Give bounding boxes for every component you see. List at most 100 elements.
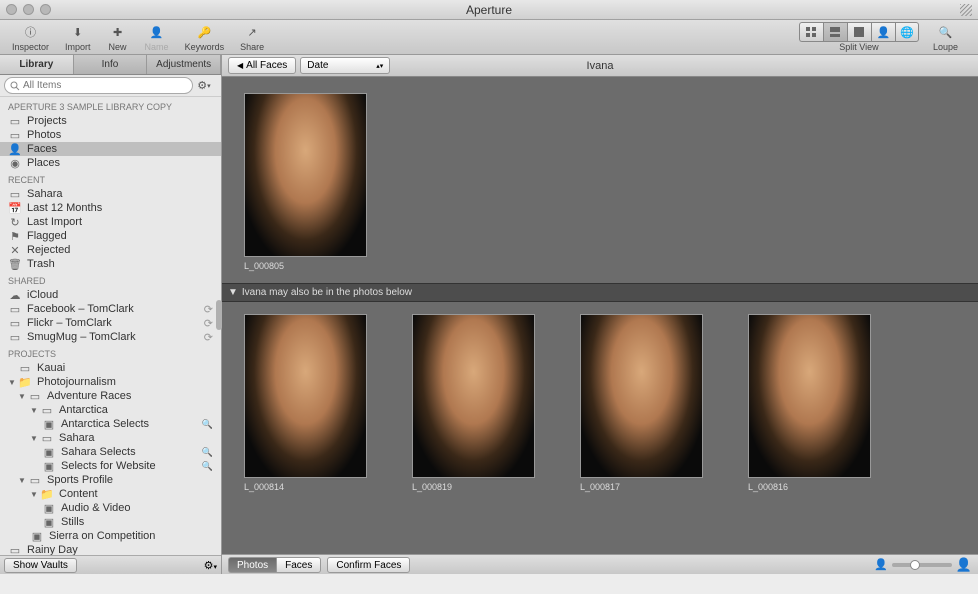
- sidebar-item-photojournalism[interactable]: ▼📁Photojournalism: [0, 375, 221, 389]
- loupe-button[interactable]: 🔍 Loupe: [929, 22, 962, 52]
- thumbnail-size-slider[interactable]: 👤 👤: [874, 557, 972, 573]
- sidebar-item-flagged[interactable]: ⚑Flagged: [0, 229, 221, 243]
- faces-segment-button[interactable]: Faces: [276, 557, 321, 573]
- item-label: Rejected: [27, 244, 70, 256]
- person-view-button[interactable]: 👤: [871, 22, 895, 42]
- item-label: iCloud: [27, 289, 58, 301]
- sidebar-item-rejected[interactable]: ✕Rejected: [0, 243, 221, 257]
- sidebar-item-last-12-months[interactable]: 📅Last 12 Months: [0, 201, 221, 215]
- sidebar-item-sahara-selects[interactable]: ▣Sahara Selects🔍: [0, 445, 221, 459]
- shared-section-header: SHARED: [0, 271, 221, 288]
- disclosure-triangle-icon[interactable]: ▼: [8, 378, 18, 387]
- suggested-header-text: Ivana may also be in the photos below: [242, 287, 412, 298]
- photo-thumbnail[interactable]: L_000817: [580, 314, 703, 492]
- sidebar-item-antarctica-selects[interactable]: ▣Antarctica Selects🔍: [0, 417, 221, 431]
- item-icon: ▭: [18, 362, 32, 374]
- sidebar-item-icloud[interactable]: ☁iCloud: [0, 288, 221, 302]
- new-label: New: [109, 42, 127, 52]
- name-label: Name: [145, 42, 169, 52]
- item-icon: ▣: [42, 516, 56, 528]
- sidebar-item-selects-for-website[interactable]: ▣Selects for Website🔍: [0, 459, 221, 473]
- sidebar-item-content[interactable]: ▼📁Content: [0, 487, 221, 501]
- thumbnail-label: L_000819: [412, 482, 535, 492]
- large-thumb-icon: 👤: [956, 557, 972, 573]
- all-faces-label: All Faces: [246, 60, 287, 71]
- photos-segment-button[interactable]: Photos: [228, 557, 276, 573]
- search-input[interactable]: [4, 77, 193, 94]
- sidebar-item-facebook-tomclark[interactable]: ▭Facebook – TomClark⟳: [0, 302, 221, 316]
- thumbnail-image: [580, 314, 703, 478]
- tab-library[interactable]: Library: [0, 55, 74, 74]
- search-options-button[interactable]: ⚙▾: [195, 77, 213, 94]
- item-label: Flagged: [27, 230, 67, 242]
- sidebar-item-projects[interactable]: ▭Projects: [0, 114, 221, 128]
- grid-view-button[interactable]: [799, 22, 823, 42]
- sidebar-item-sahara[interactable]: ▼▭Sahara: [0, 431, 221, 445]
- name-button: 👤Name: [141, 22, 173, 52]
- photo-thumbnail[interactable]: L_000805: [244, 93, 367, 271]
- sidebar-item-faces[interactable]: 👤Faces: [0, 142, 221, 156]
- disclosure-triangle-icon[interactable]: ▼: [30, 406, 40, 415]
- inspector-tabs: LibraryInfoAdjustments: [0, 55, 221, 75]
- photos-faces-segment: Photos Faces: [228, 557, 321, 573]
- sidebar-item-photos[interactable]: ▭Photos: [0, 128, 221, 142]
- inspector-button[interactable]: ⓘInspector: [8, 22, 53, 52]
- import-button[interactable]: ⬇Import: [61, 22, 95, 52]
- photo-thumbnail[interactable]: L_000814: [244, 314, 367, 492]
- small-thumb-icon: 👤: [874, 558, 888, 571]
- split-view-button[interactable]: [823, 22, 847, 42]
- disclosure-triangle-icon[interactable]: ▼: [18, 476, 28, 485]
- show-vaults-button[interactable]: Show Vaults: [4, 558, 77, 573]
- disclosure-triangle-icon[interactable]: ▼: [18, 392, 28, 401]
- sidebar-item-audio-video[interactable]: ▣Audio & Video: [0, 501, 221, 515]
- suggested-faces-header[interactable]: ▼ Ivana may also be in the photos below: [222, 283, 978, 302]
- sidebar-action-button[interactable]: ⚙▾: [204, 559, 217, 572]
- sidebar-item-rainy-day[interactable]: ▭Rainy Day: [0, 543, 221, 555]
- sync-icon: ⟳: [204, 331, 213, 344]
- item-label: Photojournalism: [37, 376, 116, 388]
- new-button[interactable]: ✚New: [103, 22, 133, 52]
- sidebar-footer: Show Vaults ⚙▾: [0, 555, 221, 574]
- item-icon: ▭: [28, 474, 42, 486]
- thumbnail-label: L_000805: [244, 261, 367, 271]
- thumbnail-grid: L_000805 ▼ Ivana may also be in the phot…: [222, 77, 978, 554]
- item-label: Sahara: [27, 188, 62, 200]
- item-label: Trash: [27, 258, 55, 270]
- globe-view-button[interactable]: 🌐: [895, 22, 919, 42]
- sidebar-item-sahara[interactable]: ▭Sahara: [0, 187, 221, 201]
- sort-select[interactable]: Date ▴▾: [300, 57, 390, 74]
- sidebar-item-stills[interactable]: ▣Stills: [0, 515, 221, 529]
- browser-area: ◀ All Faces Date ▴▾ Ivana L_000805 ▼ Iva…: [222, 55, 978, 574]
- item-label: Antarctica: [59, 404, 108, 416]
- item-label: Flickr – TomClark: [27, 317, 112, 329]
- item-icon: ▭: [8, 317, 22, 329]
- sidebar-item-kauai[interactable]: ▭Kauai: [0, 361, 221, 375]
- sidebar-item-flickr-tomclark[interactable]: ▭ Flickr – TomClark ⟳: [0, 316, 221, 330]
- library-sidebar: LibraryInfoAdjustments ⚙▾ APERTURE 3 SAM…: [0, 55, 222, 574]
- sidebar-item-trash[interactable]: 🗑Trash: [0, 257, 221, 271]
- back-all-faces-button[interactable]: ◀ All Faces: [228, 57, 296, 74]
- sidebar-scrollbar[interactable]: [216, 300, 222, 330]
- sidebar-item-places[interactable]: ◉Places: [0, 156, 221, 170]
- item-label: Last Import: [27, 216, 82, 228]
- item-icon: 👤: [8, 143, 22, 155]
- viewer-button[interactable]: [847, 22, 871, 42]
- sync-icon: ⟳: [204, 317, 213, 330]
- tab-info[interactable]: Info: [74, 55, 148, 74]
- tab-adjustments[interactable]: Adjustments: [147, 55, 221, 74]
- share-button[interactable]: ↗Share: [236, 22, 268, 52]
- photo-thumbnail[interactable]: L_000816: [748, 314, 871, 492]
- photo-thumbnail[interactable]: L_000819: [412, 314, 535, 492]
- disclosure-triangle-icon[interactable]: ▼: [30, 434, 40, 443]
- sidebar-item-adventure-races[interactable]: ▼▭Adventure Races: [0, 389, 221, 403]
- sidebar-item-last-import[interactable]: ↻Last Import: [0, 215, 221, 229]
- sidebar-item-sierra-on-competition[interactable]: ▣Sierra on Competition: [0, 529, 221, 543]
- window-title: Aperture: [0, 3, 978, 17]
- sidebar-item-antarctica[interactable]: ▼▭Antarctica: [0, 403, 221, 417]
- confirm-faces-button[interactable]: Confirm Faces: [327, 557, 410, 573]
- sidebar-item-sports-profile[interactable]: ▼▭Sports Profile: [0, 473, 221, 487]
- keywords-button[interactable]: 🔑Keywords: [181, 22, 229, 52]
- library-section-header: APERTURE 3 SAMPLE LIBRARY COPY: [0, 97, 221, 114]
- sidebar-item-smugmug-tomclark[interactable]: ▭SmugMug – TomClark⟳: [0, 330, 221, 344]
- disclosure-triangle-icon[interactable]: ▼: [30, 490, 40, 499]
